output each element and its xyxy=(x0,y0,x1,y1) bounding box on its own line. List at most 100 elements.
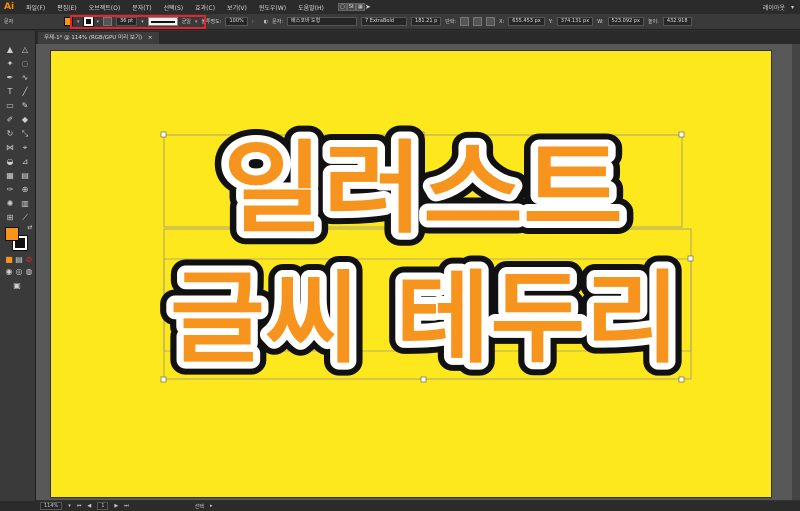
pen-tool-icon[interactable]: ✒ xyxy=(5,73,15,83)
chevron-right-icon[interactable]: ▸ xyxy=(210,503,213,509)
stroke-profile-preview[interactable] xyxy=(147,17,178,26)
font-family-field[interactable]: 배스코바 도형 xyxy=(287,17,358,26)
none-mode-icon[interactable]: ⊘ xyxy=(24,255,34,265)
chevron-down-icon[interactable]: ▾ xyxy=(97,19,100,25)
magic-wand-icon[interactable]: ✦ xyxy=(5,59,15,69)
selection-handle[interactable] xyxy=(420,376,427,383)
chevron-down-icon[interactable]: ▾ xyxy=(68,503,71,509)
chevron-down-icon[interactable]: ▾ xyxy=(791,4,794,11)
document-tab[interactable]: 무제-1* @ 114% (RGB/GPU 미리 보기) × xyxy=(38,32,159,44)
send-icon[interactable]: ➤ xyxy=(365,3,371,11)
document-title: 무제-1* @ 114% (RGB/GPU 미리 보기) xyxy=(44,35,143,41)
rotate-tool-icon[interactable]: ↻ xyxy=(5,129,15,139)
fill-swatch[interactable] xyxy=(64,17,73,26)
menu-edit[interactable]: 편집(E) xyxy=(51,3,83,12)
menu-file[interactable]: 파일(F) xyxy=(20,3,51,12)
recolor-icon[interactable]: ◐ xyxy=(264,19,268,25)
arrange-icon[interactable]: ▦ xyxy=(355,3,365,11)
bridge-icon[interactable]: ▢ xyxy=(337,3,347,11)
shape-builder-icon[interactable]: ◒ xyxy=(5,157,15,167)
fill-color-box[interactable] xyxy=(5,227,19,241)
canvas-area[interactable]: 일러스트 일러스트 일러스트 글씨 테두리 글씨 테두리 글씨 테두리 xyxy=(36,44,800,500)
menu-bar: Ai 파일(F) 편집(E) 오브젝트(O) 문자(T) 선택(S) 효과(C)… xyxy=(0,0,800,14)
draw-normal-icon[interactable]: ◉ xyxy=(4,267,14,277)
w-field[interactable]: 523.092 px xyxy=(607,17,644,26)
x-field[interactable]: 655.453 px xyxy=(508,17,545,26)
column-graph-icon[interactable]: ▥ xyxy=(20,199,30,209)
selection-handle[interactable] xyxy=(678,376,685,383)
menu-window[interactable]: 윈도우(W) xyxy=(253,3,292,12)
h-field[interactable]: 432.918 xyxy=(662,17,692,26)
draw-inside-icon[interactable]: ◍ xyxy=(24,267,34,277)
align-center-icon[interactable] xyxy=(473,17,483,26)
align-left-icon[interactable] xyxy=(460,17,470,26)
align-right-icon[interactable] xyxy=(486,17,496,26)
artboard-tool-icon[interactable]: ⊞ xyxy=(5,213,15,223)
eraser-tool-icon[interactable]: ◆ xyxy=(20,115,30,125)
free-transform-icon[interactable]: ⌖ xyxy=(20,143,30,153)
eyedropper-tool-icon[interactable]: ✑ xyxy=(5,185,15,195)
line-tool-icon[interactable]: ╱ xyxy=(20,87,30,97)
screen-mode-icon[interactable]: ▣ xyxy=(12,281,22,291)
artwork-line1-group: 일러스트 일러스트 일러스트 xyxy=(210,117,636,260)
stock-icon[interactable]: St xyxy=(346,3,356,11)
stroke-style-label: 균일 xyxy=(181,19,191,25)
chevron-down-icon[interactable]: ▾ xyxy=(195,19,198,25)
perspective-grid-icon[interactable]: ⊿ xyxy=(20,157,30,167)
stroke-panel-icon[interactable] xyxy=(103,17,113,26)
color-mode-icon[interactable]: ■ xyxy=(4,255,14,265)
menu-help[interactable]: 도움말(H) xyxy=(292,3,330,12)
illustrator-window: Ai 파일(F) 편집(E) 오브젝트(O) 문자(T) 선택(S) 효과(C)… xyxy=(0,0,800,511)
width-tool-icon[interactable]: ⋈ xyxy=(5,143,15,153)
opacity-field[interactable]: 100% xyxy=(225,17,248,26)
next-page-icon[interactable]: ▶ xyxy=(114,503,118,509)
zoom-field[interactable]: 114% xyxy=(40,502,63,510)
draw-behind-icon[interactable]: ◎ xyxy=(14,267,24,277)
char-label[interactable]: 문자: xyxy=(272,18,283,25)
selection-tool-icon[interactable]: ▲ xyxy=(5,45,15,55)
shaper-tool-icon[interactable]: ✐ xyxy=(5,115,15,125)
page-field[interactable]: 1 xyxy=(97,502,109,510)
stroke-swatch[interactable] xyxy=(82,16,94,27)
menu-type[interactable]: 문자(T) xyxy=(126,3,157,12)
vertical-scrollbar[interactable] xyxy=(792,44,800,500)
selection-handle[interactable] xyxy=(687,255,694,262)
menu-select[interactable]: 선택(S) xyxy=(158,3,190,12)
last-page-icon[interactable]: ⏭ xyxy=(124,503,129,509)
selection-handle[interactable] xyxy=(160,376,167,383)
swap-colors-icon[interactable]: ⇄ xyxy=(25,223,35,233)
status-bar: 114% ▾ ⏮ ◀ 1 ▶ ⏭ 선택 ▸ xyxy=(0,501,800,511)
document-tab-bar: 무제-1* @ 114% (RGB/GPU 미리 보기) × xyxy=(36,31,800,44)
mesh-tool-icon[interactable]: ▦ xyxy=(5,171,15,181)
artboard[interactable]: 일러스트 일러스트 일러스트 글씨 테두리 글씨 테두리 글씨 테두리 xyxy=(50,50,772,498)
type-tool-icon[interactable]: T xyxy=(5,87,15,97)
selection-handle[interactable] xyxy=(160,131,167,138)
gradient-mode-icon[interactable]: ▤ xyxy=(14,255,24,265)
paintbrush-tool-icon[interactable]: ✎ xyxy=(20,101,30,111)
tools-panel: ▲ △ ✦ ◌ ✒ ∿ T ╱ ▭ ✎ ✐ ◆ ↻ ⤡ ⋈ ⌖ ◒ ⊿ ▦ ▤ … xyxy=(0,31,36,501)
first-page-icon[interactable]: ⏮ xyxy=(77,503,82,509)
rectangle-tool-icon[interactable]: ▭ xyxy=(5,101,15,111)
symbol-sprayer-icon[interactable]: ✺ xyxy=(5,199,15,209)
chevron-right-icon[interactable]: › xyxy=(252,19,254,25)
para-label[interactable]: 단락: xyxy=(445,18,456,25)
lasso-icon[interactable]: ◌ xyxy=(20,59,30,69)
menu-object[interactable]: 오브젝트(O) xyxy=(83,3,127,12)
scale-tool-icon[interactable]: ⤡ xyxy=(20,129,30,139)
blend-tool-icon[interactable]: ⊕ xyxy=(20,185,30,195)
prev-page-icon[interactable]: ◀ xyxy=(87,503,91,509)
chevron-down-icon[interactable]: ▾ xyxy=(77,19,80,25)
workspace-switcher[interactable]: 레이아웃 xyxy=(763,3,785,12)
font-style-field[interactable]: 7 ExtraBold xyxy=(361,17,408,26)
chevron-down-icon[interactable]: ▾ xyxy=(141,19,144,25)
stroke-weight-field[interactable]: 36 pt xyxy=(116,17,138,26)
y-field[interactable]: 374.131 px xyxy=(556,17,594,26)
font-size-field[interactable]: 181.21 p xyxy=(411,17,442,26)
curvature-tool-icon[interactable]: ∿ xyxy=(20,73,30,83)
close-icon[interactable]: × xyxy=(148,35,153,41)
direct-selection-tool-icon[interactable]: △ xyxy=(20,45,30,55)
gradient-tool-icon[interactable]: ▤ xyxy=(20,171,30,181)
menu-effect[interactable]: 효과(C) xyxy=(189,3,221,12)
menu-view[interactable]: 보기(V) xyxy=(221,3,253,12)
selection-handle[interactable] xyxy=(678,131,685,138)
